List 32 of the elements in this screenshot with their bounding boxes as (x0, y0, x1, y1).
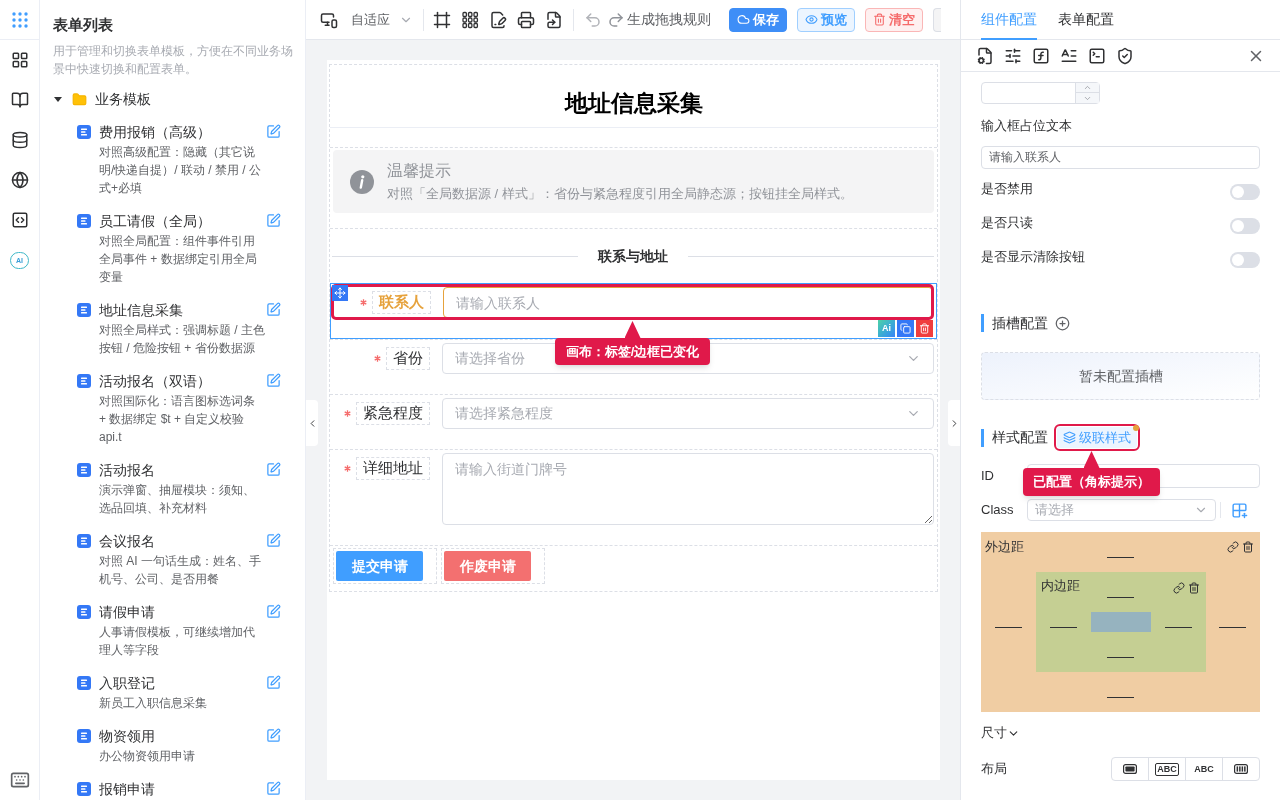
section-title: 样式配置 (992, 428, 1048, 447)
template-description: 对照 AI 一句话生成：姓名、手机号、公司、是否用餐 (99, 553, 262, 588)
setting-label: ID (981, 467, 995, 486)
field-label: 详细地址 (356, 457, 430, 480)
template-description: 对照高级配置：隐藏（其它说明/快递自提）/ 联动 / 禁用 / 公式+必填 (99, 144, 262, 197)
section-title: 插槽配置 (992, 313, 1048, 333)
template-description: 对照全局样式：强调标题 / 主色按钮 / 危险按钮 + 省份数据源 (99, 322, 266, 357)
setting-label: 布局 (981, 760, 1007, 779)
template-description: 办公物资领用申请 (99, 748, 196, 765)
template-description: 对照全局配置：组件事件引用全局事件 + 数据绑定引用全局变量 (99, 233, 258, 286)
form-title: 地址信息采集 (564, 88, 703, 118)
template-description: 对照国际化：语言图标选词条 + 数据绑定 $t + 自定义校验 api.t (99, 393, 256, 446)
padding-label: 内边距 (1039, 577, 1081, 595)
setting-label: 是否显示清除按钮 (981, 248, 1085, 267)
setting-label: 是否只读 (981, 214, 1033, 233)
field-label: 联系人 (372, 291, 431, 314)
panel-title: 表单列表 (53, 15, 114, 35)
notice-text: 对照「全局数据源 / 样式」：省份与紧急程度引用全局静态源；按钮挂全局样式。 (387, 184, 853, 203)
field-label: 省份 (386, 347, 430, 370)
margin-label: 外边距 (984, 538, 1025, 556)
setting-label: 输入框占位文本 (981, 117, 1073, 135)
template-description: 演示弹窗、抽屉模块：须知、选品回填、补充材料 (99, 482, 256, 517)
template-description: 人事请假模板，可继续增加代理人等字段 (99, 624, 256, 659)
notice-title: 温馨提示 (387, 160, 452, 181)
panel-description: 用于管理和切换表单模板，方便在不同业务场景中快速切换和配置表单。 (53, 43, 294, 78)
field-label: 紧急程度 (356, 402, 430, 425)
section-divider-title: 联系与地址 (596, 246, 669, 266)
setting-label: 是否禁用 (981, 180, 1033, 199)
annotation-tooltip: 已配置（角标提示） (1023, 451, 1160, 496)
template-description: 新员工入职信息采集 (99, 695, 208, 712)
setting-label: Class (981, 501, 1015, 520)
annotation-tooltip: 画布：标签/边框已变化 (555, 321, 710, 365)
